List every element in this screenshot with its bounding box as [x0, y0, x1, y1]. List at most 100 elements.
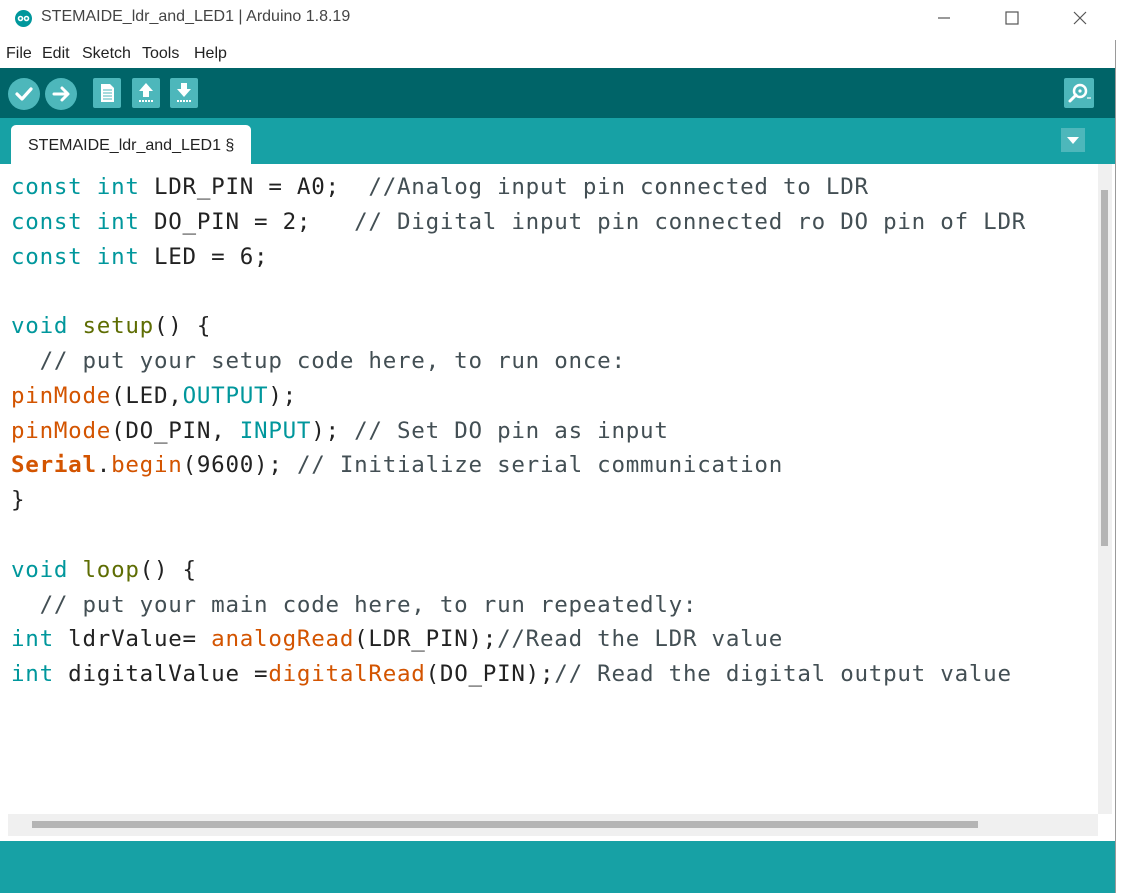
tab-strip: STEMAIDE_ldr_and_LED1 §	[0, 118, 1117, 164]
tab-menu-button[interactable]	[1061, 128, 1085, 152]
code-token: // put your setup code here, to run once…	[39, 347, 626, 374]
code-token: (LED,	[111, 382, 183, 409]
code-token: () {	[153, 313, 212, 340]
arrow-right-icon	[52, 86, 70, 102]
code-token: () {	[139, 556, 197, 583]
code-token: INPUT	[239, 417, 312, 444]
menu-sketch[interactable]: Sketch	[82, 45, 131, 63]
code-token: (DO_PIN,	[111, 417, 240, 444]
code-token: // put your main code here, to run repea…	[39, 591, 698, 618]
code-token: .	[96, 452, 112, 479]
code-token: setup	[82, 313, 154, 340]
new-button[interactable]	[93, 78, 121, 108]
code-token: int	[96, 208, 140, 235]
code-token: //Analog input pin connected to LDR	[368, 174, 869, 200]
code-token: DO_PIN = 2;	[139, 208, 355, 235]
code-token: pinMode	[11, 382, 112, 409]
code-line[interactable]: const int LDR_PIN = A0; //Analog input p…	[11, 170, 1026, 205]
code-line[interactable]: int digitalValue =digitalRead(DO_PIN);//…	[11, 657, 1026, 692]
code-token: const	[11, 174, 83, 200]
code-token: // Digital input pin connected ro DO pin…	[354, 208, 1027, 235]
code-line[interactable]	[11, 518, 1026, 553]
arrow-up-icon	[139, 83, 153, 102]
code-token: loop	[82, 556, 140, 583]
code-line[interactable]: const int DO_PIN = 2; // Digital input p…	[11, 205, 1026, 240]
code-token: digitalRead	[268, 661, 426, 688]
menu-tools[interactable]: Tools	[142, 45, 179, 63]
chevron-down-icon	[1067, 137, 1079, 144]
code-line[interactable]: void loop() {	[11, 553, 1026, 588]
menu-edit[interactable]: Edit	[42, 45, 70, 63]
menu-help[interactable]: Help	[194, 45, 227, 63]
code-line[interactable]: pinMode(LED,OUTPUT);	[11, 379, 1026, 414]
code-token: // Initialize serial communication	[296, 452, 784, 479]
menu-bar: File Edit Sketch Tools Help	[0, 40, 1117, 68]
code-token: LDR_PIN = A0;	[139, 174, 369, 200]
code-token: // Set DO pin as input	[354, 417, 669, 444]
code-token: // Read the digital output value	[554, 661, 1012, 688]
window-title: STEMAIDE_ldr_and_LED1 | Arduino 1.8.19	[41, 8, 351, 25]
code-line[interactable]	[11, 274, 1026, 309]
code-token: int	[96, 243, 140, 270]
minimize-button[interactable]	[924, 4, 964, 32]
status-bar	[0, 841, 1117, 893]
vertical-scrollbar[interactable]	[1098, 164, 1112, 814]
tab-label: STEMAIDE_ldr_and_LED1 §	[28, 137, 235, 154]
horizontal-scroll-thumb[interactable]	[32, 821, 978, 828]
arduino-logo-icon	[15, 10, 32, 27]
code-token: (DO_PIN);	[425, 661, 555, 688]
code-line[interactable]: Serial.begin(9600); // Initialize serial…	[11, 448, 1026, 483]
code-token: int	[96, 174, 140, 200]
code-token: begin	[111, 452, 183, 479]
code-token: const	[11, 243, 83, 270]
code-line[interactable]: int ldrValue= analogRead(LDR_PIN);//Read…	[11, 622, 1026, 657]
code-token: }	[11, 487, 26, 514]
maximize-button[interactable]	[992, 4, 1032, 32]
checkmark-icon	[15, 87, 33, 101]
open-button[interactable]	[132, 78, 160, 108]
code-token: );	[268, 382, 297, 409]
code-token: int	[11, 661, 54, 688]
code-token: //Read the LDR value	[497, 626, 784, 653]
magnifier-icon	[1068, 83, 1091, 103]
code-line[interactable]: // put your main code here, to run repea…	[11, 588, 1026, 623]
upload-button[interactable]	[45, 78, 77, 110]
code-token: (LDR_PIN);	[354, 626, 498, 653]
code-token: Serial	[11, 452, 97, 479]
save-button[interactable]	[170, 78, 198, 108]
code-token: ldrValue=	[53, 626, 212, 653]
code-line[interactable]: void setup() {	[11, 309, 1026, 344]
toolbar	[0, 68, 1117, 118]
code-line[interactable]: // put your setup code here, to run once…	[11, 344, 1026, 379]
code-token: void	[11, 313, 69, 340]
code-line[interactable]: pinMode(DO_PIN, INPUT); // Set DO pin as…	[11, 414, 1026, 449]
document-icon	[101, 84, 114, 102]
code-token: pinMode	[11, 417, 112, 444]
verify-button[interactable]	[8, 78, 40, 110]
code-token: OUTPUT	[182, 382, 269, 409]
code-editor[interactable]: const int LDR_PIN = A0; //Analog input p…	[0, 164, 1098, 814]
code-token: const	[11, 208, 83, 235]
code-token: analogRead	[211, 626, 355, 653]
code-token: void	[11, 556, 69, 583]
vertical-scroll-thumb[interactable]	[1101, 190, 1108, 546]
code-text[interactable]: const int LDR_PIN = A0; //Analog input p…	[11, 170, 1026, 692]
code-line[interactable]: }	[11, 483, 1026, 518]
horizontal-scrollbar[interactable]	[8, 814, 1098, 836]
serial-monitor-button[interactable]	[1064, 78, 1094, 108]
desktop-edge	[1116, 0, 1125, 893]
tab-sketch[interactable]: STEMAIDE_ldr_and_LED1 §	[11, 125, 251, 164]
close-button[interactable]	[1060, 4, 1100, 32]
code-line[interactable]: const int LED = 6;	[11, 240, 1026, 275]
arrow-down-icon	[177, 83, 191, 102]
code-token: LED = 6;	[139, 243, 269, 270]
code-token: (9600);	[182, 452, 297, 479]
menu-file[interactable]: File	[6, 45, 32, 63]
title-bar: STEMAIDE_ldr_and_LED1 | Arduino 1.8.19	[0, 0, 1117, 38]
